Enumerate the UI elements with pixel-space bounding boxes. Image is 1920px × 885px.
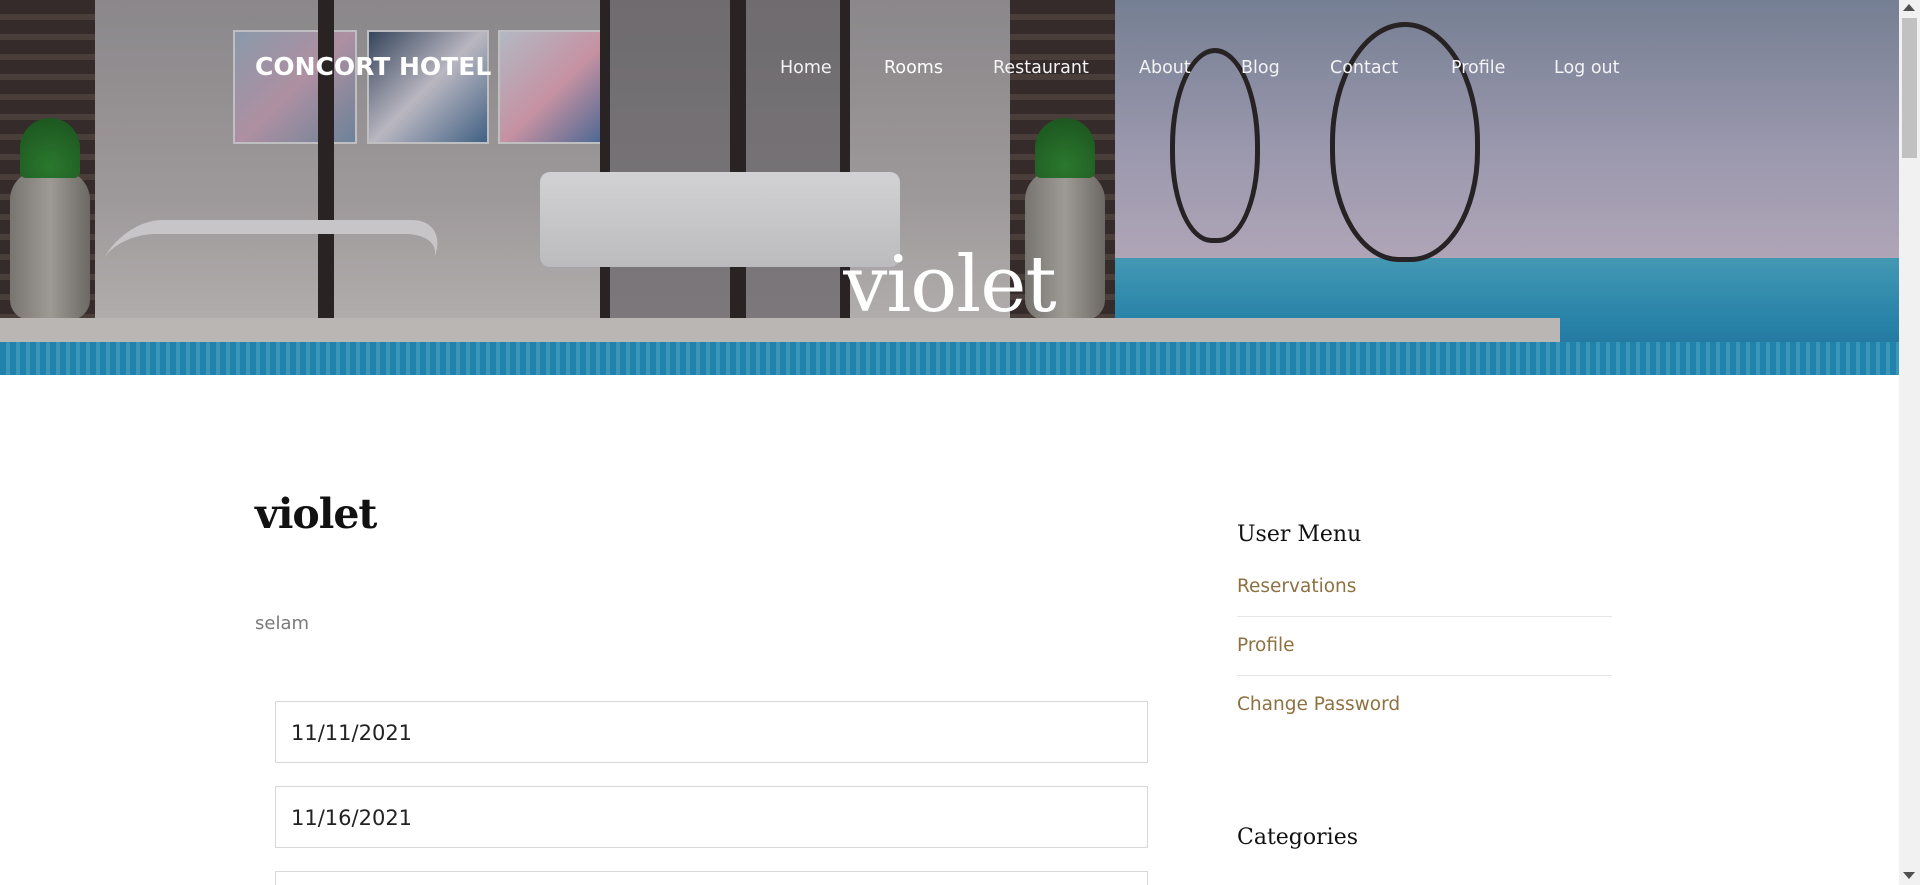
nav-profile[interactable]: Profile	[1451, 58, 1505, 78]
categories-heading: Categories	[1237, 825, 1358, 850]
checkout-date-field[interactable]: 11/16/2021	[275, 786, 1148, 848]
page-title: violet	[255, 490, 377, 538]
user-menu-heading: User Menu	[1237, 522, 1362, 547]
scroll-up-arrow-icon[interactable]	[1903, 4, 1915, 11]
nav-restaurant[interactable]: Restaurant	[993, 58, 1089, 78]
room-description: selam	[255, 613, 310, 634]
scroll-down-arrow-icon[interactable]	[1903, 872, 1915, 879]
checkin-date-field[interactable]: 11/11/2021	[275, 701, 1148, 763]
scrollbar-thumb[interactable]	[1902, 18, 1917, 158]
nav-home[interactable]: Home	[780, 58, 832, 78]
sidebar-link-change-password[interactable]: Change Password	[1237, 694, 1612, 715]
nav-blog[interactable]: Blog	[1241, 58, 1280, 78]
sidebar-divider	[1237, 616, 1612, 617]
sidebar-link-reservations[interactable]: Reservations	[1237, 576, 1612, 597]
nav-rooms[interactable]: Rooms	[884, 58, 943, 78]
sidebar-divider	[1237, 675, 1612, 676]
sidebar-link-profile[interactable]: Profile	[1237, 635, 1612, 656]
nav-contact[interactable]: Contact	[1330, 58, 1398, 78]
next-field[interactable]	[275, 871, 1148, 885]
brand-logo[interactable]: CONCORT HOTEL	[255, 52, 491, 81]
hero-title: violet	[843, 240, 1056, 330]
nav-about[interactable]: About	[1139, 58, 1191, 78]
nav-logout[interactable]: Log out	[1554, 58, 1619, 78]
